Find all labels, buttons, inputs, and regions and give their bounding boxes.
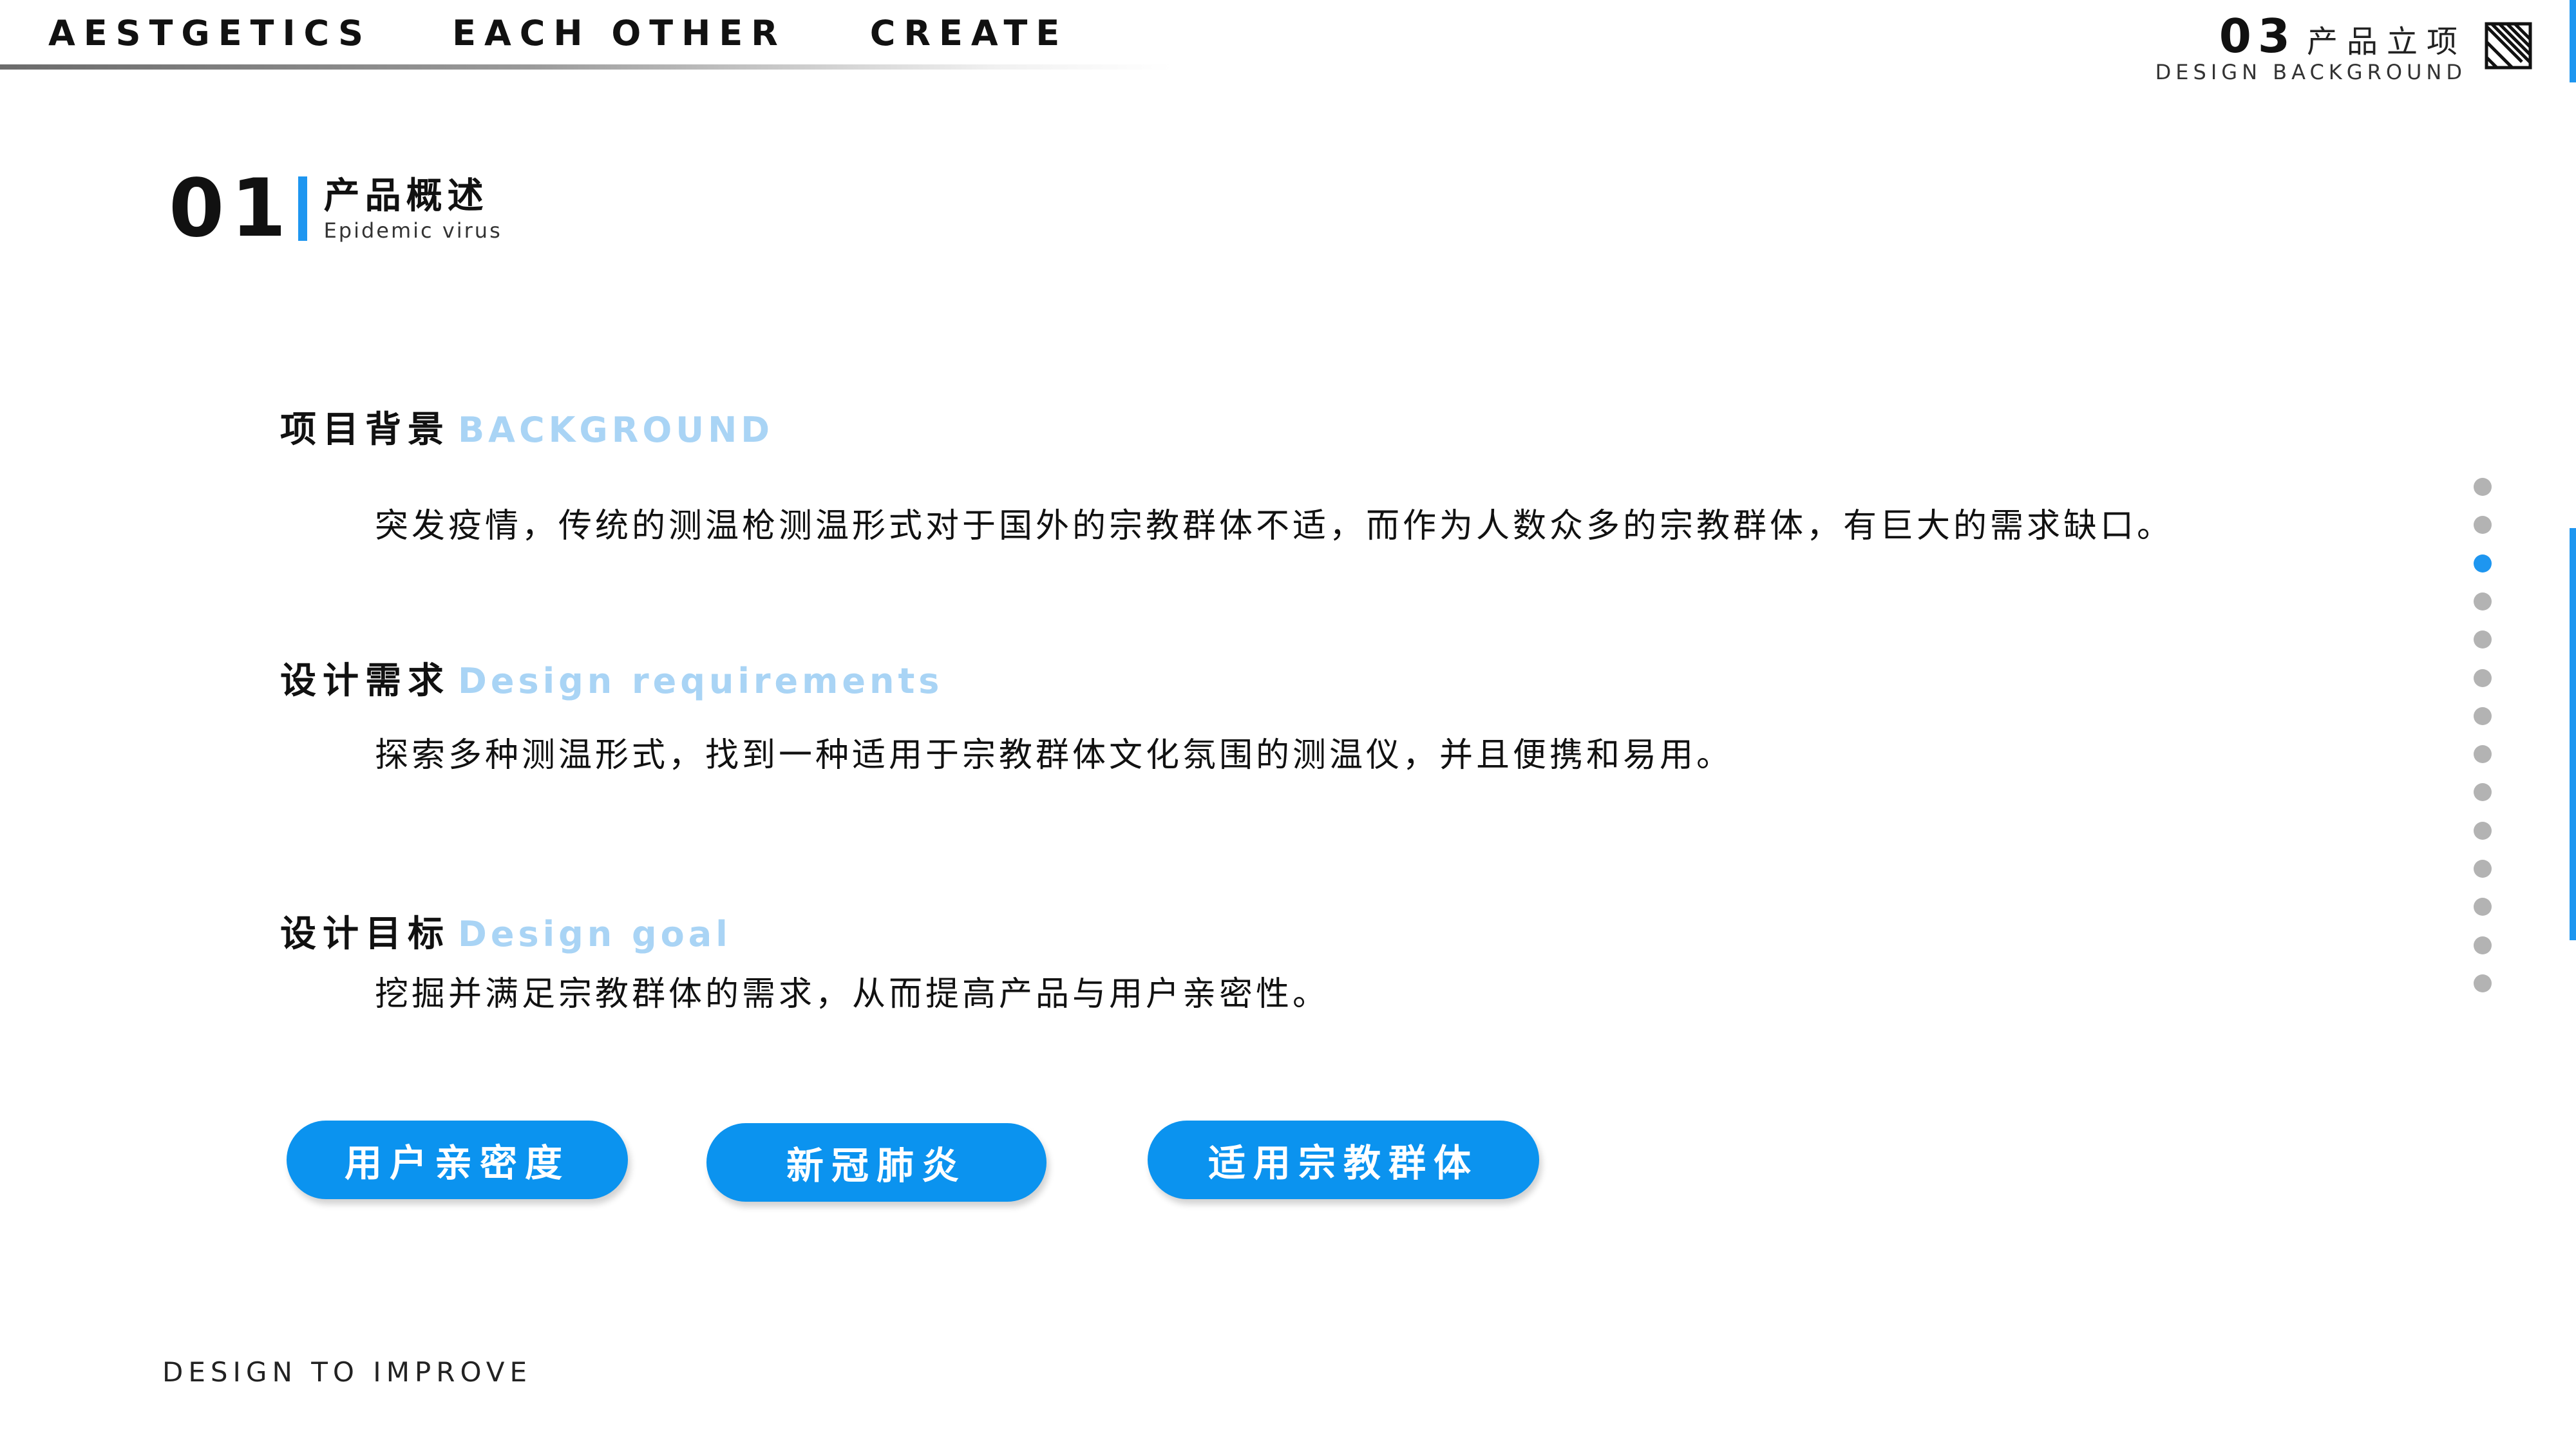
pagination-dot-active[interactable]: [2474, 554, 2492, 573]
section-accent-bar: [298, 176, 307, 241]
edge-accent-top: [2570, 0, 2576, 82]
pagination-dot[interactable]: [2474, 936, 2492, 954]
pagination-dot[interactable]: [2474, 822, 2492, 840]
requirements-text: 探索多种测温形式，找到一种适用于宗教群体文化氛围的测温仪，并且便携和易用。: [375, 736, 1734, 775]
chapter-subtitle: DESIGN BACKGROUND: [2155, 60, 2467, 84]
header-divider: [0, 64, 1172, 70]
goal-text: 挖掘并满足宗教群体的需求，从而提高产品与用户亲密性。: [375, 975, 1330, 1014]
goal-heading: 设计目标 Design goal: [280, 905, 732, 957]
pagination-dot[interactable]: [2474, 630, 2492, 649]
tag-religious-groups-button[interactable]: 适用宗教群体: [1148, 1121, 1539, 1199]
section-title: 产品概述: [323, 175, 489, 218]
pagination-dot[interactable]: [2474, 860, 2492, 878]
footer-text: DESIGN TO IMPROVE: [162, 1356, 533, 1388]
section-titles: 产品概述 Epidemic virus: [324, 176, 502, 241]
hatch-square-icon: [2485, 22, 2532, 70]
pagination-dot[interactable]: [2474, 707, 2492, 725]
edge-accent-scroll: [2570, 528, 2576, 940]
pagination-dot[interactable]: [2474, 974, 2492, 992]
nav-item-create[interactable]: CREATE: [870, 16, 1068, 51]
nav-item-aestgetics[interactable]: AESTGETICS: [48, 16, 372, 51]
tag-covid-button[interactable]: 新冠肺炎: [706, 1123, 1046, 1202]
pagination-dot[interactable]: [2474, 516, 2492, 534]
goal-english-label: Design goal: [458, 914, 732, 954]
chapter-row: 03 产品立项: [2155, 13, 2467, 59]
requirements-title: 设计需求: [280, 660, 450, 702]
pagination-dot[interactable]: [2474, 592, 2492, 611]
pagination-dot[interactable]: [2474, 745, 2492, 763]
background-text: 突发疫情，传统的测温枪测温形式对于国外的宗教群体不适，而作为人数众多的宗教群体，…: [375, 507, 2174, 545]
chapter-number: 03: [2219, 9, 2297, 63]
section-heading: 01 产品概述 Epidemic virus: [169, 169, 502, 249]
goal-title: 设计目标: [280, 913, 450, 955]
section-subtitle: Epidemic virus: [323, 218, 502, 243]
nav-item-each-other[interactable]: EACH OTHER: [452, 16, 786, 51]
chapter-label: 03 产品立项 DESIGN BACKGROUND: [2155, 13, 2467, 82]
pagination-dot[interactable]: [2474, 478, 2492, 496]
pagination-dot[interactable]: [2474, 783, 2492, 801]
tag-user-intimacy-button[interactable]: 用户亲密度: [287, 1121, 628, 1199]
background-english-label: BACKGROUND: [458, 410, 774, 450]
section-number: 01: [169, 162, 293, 255]
background-title: 项目背景: [280, 409, 450, 451]
requirements-english-label: Design requirements: [458, 661, 943, 701]
background-heading: 项目背景 BACKGROUND: [280, 401, 773, 453]
pagination-dot[interactable]: [2474, 669, 2492, 687]
chapter-title: 产品立项: [2306, 24, 2467, 60]
top-nav: AESTGETICS EACH OTHER CREATE: [48, 8, 1145, 59]
requirements-heading: 设计需求 Design requirements: [280, 652, 943, 704]
pagination-dot[interactable]: [2474, 898, 2492, 916]
